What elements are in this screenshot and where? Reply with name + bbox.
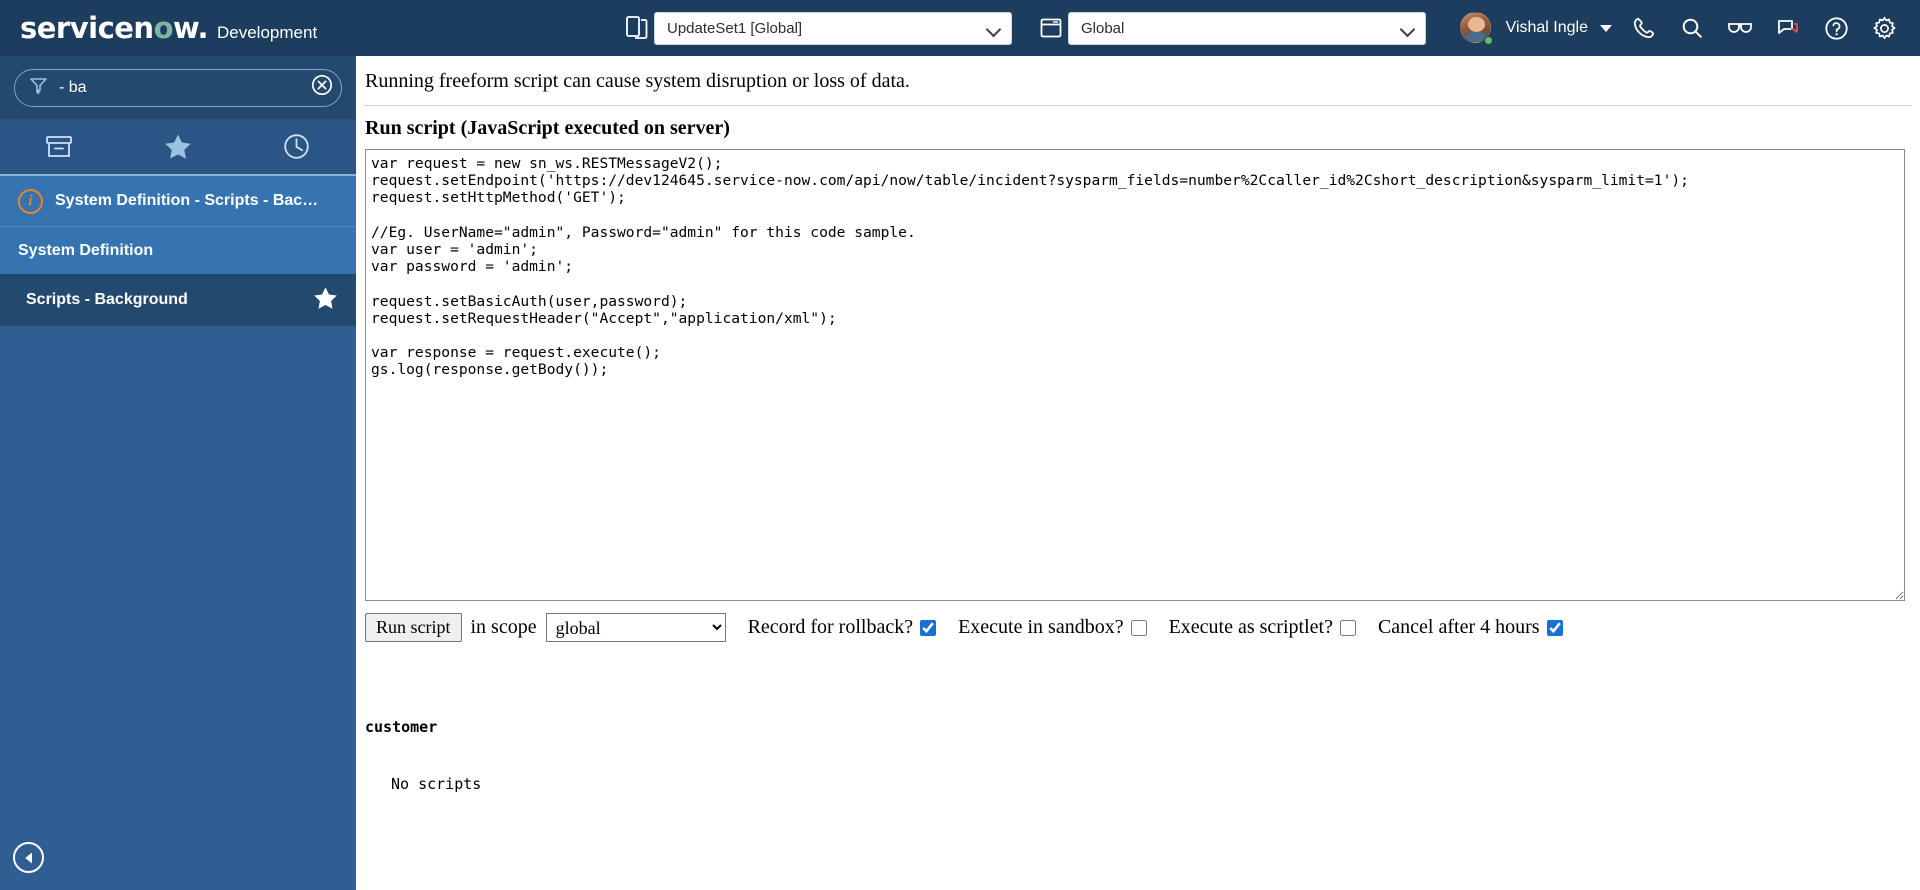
environment-label: Development: [217, 22, 318, 42]
script-controls-row: Run script in scope global Record for ro…: [356, 601, 1920, 642]
servicenow-logo[interactable]: servicenow. Development: [20, 10, 318, 45]
execute-as-scriptlet-checkbox[interactable]: [1339, 619, 1356, 636]
header-center-controls: UpdateSet1 [Global] Global: [620, 0, 1426, 56]
checkbox-group-execute-in-sandbox: Execute in sandbox?: [958, 616, 1147, 639]
phone-icon[interactable]: [1622, 6, 1666, 50]
checkbox-group-record-for-rollback: Record for rollback?: [747, 616, 937, 639]
chevron-down-icon[interactable]: [1600, 24, 1612, 32]
cancel-after-4-hours-label: Cancel after 4 hours: [1377, 616, 1540, 638]
sidebar-tab-favorites[interactable]: [119, 119, 238, 174]
update-set-icon[interactable]: [620, 11, 654, 45]
avatar[interactable]: [1459, 11, 1493, 45]
sidebar-tabs: [0, 119, 356, 176]
filter-funnel-icon: [29, 76, 48, 100]
user-name-label[interactable]: Vishal Ingle: [1506, 19, 1588, 37]
in-scope-label: in scope: [470, 616, 537, 638]
script-editor-textarea[interactable]: var request = new sn_ws.RESTMessageV2();…: [365, 149, 1905, 601]
checkbox-group-execute-as-scriptlet: Execute as scriptlet?: [1169, 616, 1356, 639]
sidebar-module-scripts-background[interactable]: Scripts - Background: [0, 274, 356, 326]
record-for-rollback-checkbox[interactable]: [920, 619, 937, 636]
application-header: servicenow. Development UpdateSet1 [Glob…: [0, 0, 1920, 56]
help-icon[interactable]: [1814, 6, 1858, 50]
sidebar-application-system-definition[interactable]: System Definition: [0, 227, 356, 274]
execute-in-sandbox-label: Execute in sandbox?: [958, 616, 1124, 638]
execute-as-scriptlet-label: Execute as scriptlet?: [1168, 616, 1333, 638]
navigation-sidebar: - ba i System Definition - Scripts - Bac…: [0, 56, 356, 890]
collapse-left-icon[interactable]: [13, 842, 44, 873]
filter-row: - ba: [0, 56, 356, 119]
record-for-rollback-label: Record for rollback?: [747, 616, 914, 638]
logo-text: servicenow.: [20, 10, 208, 45]
breadcrumb[interactable]: i System Definition - Scripts - Bac…: [0, 176, 356, 227]
impersonate-glasses-icon[interactable]: [1718, 6, 1762, 50]
sidebar-empty-space: [0, 326, 356, 833]
filter-navigator[interactable]: - ba: [14, 68, 342, 107]
info-circle-icon: i: [18, 188, 43, 214]
scope-select[interactable]: global: [545, 613, 726, 642]
sidebar-module-label: Scripts - Background: [26, 291, 188, 308]
header-right-controls: Vishal Ingle: [1459, 0, 1906, 56]
checkbox-group-cancel-after-4-hours: Cancel after 4 hours: [1378, 616, 1563, 639]
output-body: No scripts: [391, 775, 482, 793]
update-set-select-wrap: UpdateSet1 [Global]: [654, 11, 1012, 45]
main-content: Running freeform script can cause system…: [356, 56, 1920, 890]
clear-circle-x-icon[interactable]: [311, 74, 333, 101]
page-title: Run script (JavaScript executed on serve…: [365, 117, 730, 139]
sidebar-tab-history[interactable]: [237, 119, 356, 174]
application-scope-select-wrap: Global: [1068, 11, 1426, 45]
application-scope-select[interactable]: Global: [1068, 11, 1426, 45]
conversations-icon[interactable]: [1766, 6, 1810, 50]
run-script-button[interactable]: Run script: [365, 613, 462, 642]
star-filled-icon[interactable]: [313, 286, 338, 315]
execute-in-sandbox-checkbox[interactable]: [1130, 619, 1147, 636]
sidebar-application-label: System Definition: [18, 241, 154, 259]
gear-icon[interactable]: [1862, 6, 1906, 50]
script-output: customer No scripts: [356, 642, 1920, 832]
cancel-after-4-hours-checkbox[interactable]: [1546, 619, 1563, 636]
search-icon[interactable]: [1670, 6, 1714, 50]
application-scope-icon[interactable]: [1034, 11, 1068, 45]
sidebar-tab-all-applications[interactable]: [0, 119, 119, 174]
breadcrumb-label: System Definition - Scripts - Bac…: [55, 192, 319, 209]
filter-input-value[interactable]: - ba: [59, 79, 311, 97]
warning-message: Running freeform script can cause system…: [365, 70, 910, 92]
output-heading: customer: [365, 718, 438, 736]
update-set-select[interactable]: UpdateSet1 [Global]: [654, 11, 1012, 45]
presence-indicator: [1483, 35, 1493, 45]
